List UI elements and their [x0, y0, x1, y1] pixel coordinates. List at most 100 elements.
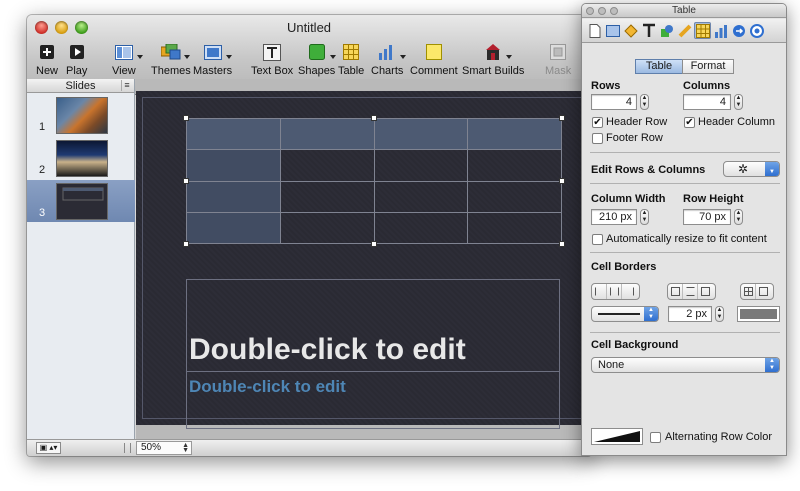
chevron-down-icon — [136, 55, 143, 59]
column-width-field[interactable]: 210 px — [591, 209, 637, 225]
mask-icon — [548, 43, 568, 61]
toolbar-table-button[interactable]: Table — [338, 43, 364, 77]
quicktime-inspector-tab[interactable] — [748, 22, 765, 39]
selection-handle[interactable] — [371, 241, 377, 247]
selection-handle[interactable] — [371, 115, 377, 121]
toolbar-mask-label: Mask — [545, 65, 572, 77]
hyperlink-inspector-tab[interactable] — [730, 22, 747, 39]
inspector-close-button[interactable] — [586, 7, 594, 15]
table-cell[interactable] — [467, 117, 562, 151]
all-borders-button[interactable] — [756, 284, 771, 299]
toolbar-text-box-button[interactable]: Text Box — [251, 43, 293, 77]
toolbar-comment-button[interactable]: Comment — [410, 43, 458, 77]
rows-field[interactable]: 4 — [591, 94, 637, 110]
alternating-row-color-checkbox[interactable] — [650, 432, 661, 443]
table-cell[interactable] — [186, 180, 281, 213]
table-cell[interactable] — [186, 211, 281, 245]
graphic-inspector-tab[interactable] — [658, 22, 675, 39]
slide-thumbnail-1[interactable]: 1 — [27, 94, 135, 136]
selection-handle[interactable] — [559, 241, 565, 247]
vertical-border-button[interactable] — [607, 284, 622, 299]
auto-resize-label: Automatically resize to fit content — [606, 233, 767, 245]
slide-inspector-tab[interactable] — [604, 22, 621, 39]
row-height-stepper[interactable]: ▲ ▼ — [734, 209, 743, 225]
auto-resize-checkbox[interactable] — [592, 234, 603, 245]
inner-borders-button[interactable] — [741, 284, 756, 299]
columns-stepper[interactable]: ▲ ▼ — [734, 94, 743, 110]
border-width-stepper[interactable]: ▲ ▼ — [715, 306, 724, 322]
toolbar-themes-button[interactable]: Themes — [151, 43, 191, 77]
table-cell[interactable] — [373, 149, 469, 182]
horizontal-borders-group[interactable] — [667, 283, 716, 300]
build-inspector-tab[interactable] — [622, 22, 639, 39]
outer-borders-group[interactable] — [591, 283, 640, 300]
navigator-view-button[interactable]: ▣ ▴▾ — [36, 442, 61, 454]
selection-handle[interactable] — [183, 178, 189, 184]
header-column-checkbox[interactable]: ✔ — [684, 117, 695, 128]
right-border-button[interactable] — [622, 284, 637, 299]
selection-handle[interactable] — [183, 115, 189, 121]
horizontal-border-button[interactable] — [683, 284, 698, 299]
border-color-well[interactable] — [737, 306, 780, 322]
table-cell[interactable] — [373, 117, 469, 151]
table-cell[interactable] — [467, 149, 562, 182]
table-cell[interactable] — [373, 211, 469, 245]
table-cell[interactable] — [279, 211, 375, 245]
column-width-stepper[interactable]: ▲ ▼ — [640, 209, 649, 225]
slide-title[interactable]: Double-click to edit — [189, 333, 466, 367]
toolbar-view-button[interactable]: View — [112, 43, 143, 77]
metrics-inspector-tab[interactable] — [676, 22, 693, 39]
selection-handle[interactable] — [559, 115, 565, 121]
table-cell[interactable] — [279, 149, 375, 182]
row-height-field[interactable]: 70 px — [683, 209, 731, 225]
slide[interactable]: Double-click to edit Double-click to edi… — [136, 91, 588, 429]
tab-table[interactable]: Table — [635, 59, 683, 74]
border-style-select[interactable]: ▲ ▼ — [591, 306, 659, 322]
slide-table[interactable] — [186, 117, 562, 245]
all-borders-group[interactable] — [740, 283, 774, 300]
top-border-button[interactable] — [668, 284, 683, 299]
alternating-color-well[interactable] — [591, 428, 643, 445]
toolbar-masters-button[interactable]: Masters — [193, 43, 232, 77]
rows-stepper[interactable]: ▲ ▼ — [640, 94, 649, 110]
border-width-field[interactable]: 2 px — [668, 306, 712, 322]
slide-thumbnail-2[interactable]: 2 — [27, 137, 135, 179]
selection-handle[interactable] — [559, 178, 565, 184]
toolbar-shapes-button[interactable]: Shapes — [298, 43, 336, 77]
split-grip[interactable] — [124, 443, 131, 453]
document-inspector-tab[interactable] — [586, 22, 603, 39]
edit-rows-columns-menu[interactable]: ✲ ▼ — [723, 161, 780, 177]
slide-thumbnail-3[interactable]: 3 — [27, 180, 135, 222]
table-cell[interactable] — [279, 180, 375, 213]
text-inspector-tab[interactable] — [640, 22, 657, 39]
zoom-select[interactable]: 50% ▲ ▼ — [136, 441, 192, 455]
table-cell[interactable] — [467, 180, 562, 213]
table-cell[interactable] — [186, 149, 281, 182]
chart-inspector-tab[interactable] — [712, 22, 729, 39]
toolbar-smart-builds-button[interactable]: Smart Builds — [462, 43, 524, 77]
table-cell[interactable] — [186, 117, 281, 151]
header-row-checkbox[interactable]: ✔ — [592, 117, 603, 128]
table-cell[interactable] — [373, 180, 469, 213]
inspector-zoom-button[interactable] — [610, 7, 618, 15]
table-cell[interactable] — [467, 211, 562, 245]
toolbar-new-button[interactable]: New — [36, 43, 58, 77]
table-inspector-tab[interactable] — [694, 22, 711, 39]
inspector-minimize-button[interactable] — [598, 7, 606, 15]
table-cell[interactable] — [279, 117, 375, 151]
toolbar-play-button[interactable]: Play — [66, 43, 87, 77]
left-border-button[interactable] — [592, 284, 607, 299]
bottom-border-button[interactable] — [698, 284, 713, 299]
chart-icon — [714, 24, 727, 38]
tab-format[interactable]: Format — [682, 59, 734, 74]
cell-background-select[interactable]: None ▲ ▼ — [591, 357, 780, 373]
toolbar-mask-button[interactable]: Mask — [545, 43, 571, 77]
selection-handle[interactable] — [183, 241, 189, 247]
row-height-label: Row Height — [683, 193, 744, 205]
columns-field[interactable]: 4 — [683, 94, 731, 110]
navigator-menu-button[interactable]: ≡ — [121, 80, 132, 91]
title-placeholder-box[interactable]: Double-click to edit Double-click to edi… — [186, 279, 560, 429]
footer-row-checkbox[interactable] — [592, 133, 603, 144]
slide-subtitle[interactable]: Double-click to edit — [189, 377, 346, 397]
toolbar-charts-button[interactable]: Charts — [371, 43, 407, 77]
